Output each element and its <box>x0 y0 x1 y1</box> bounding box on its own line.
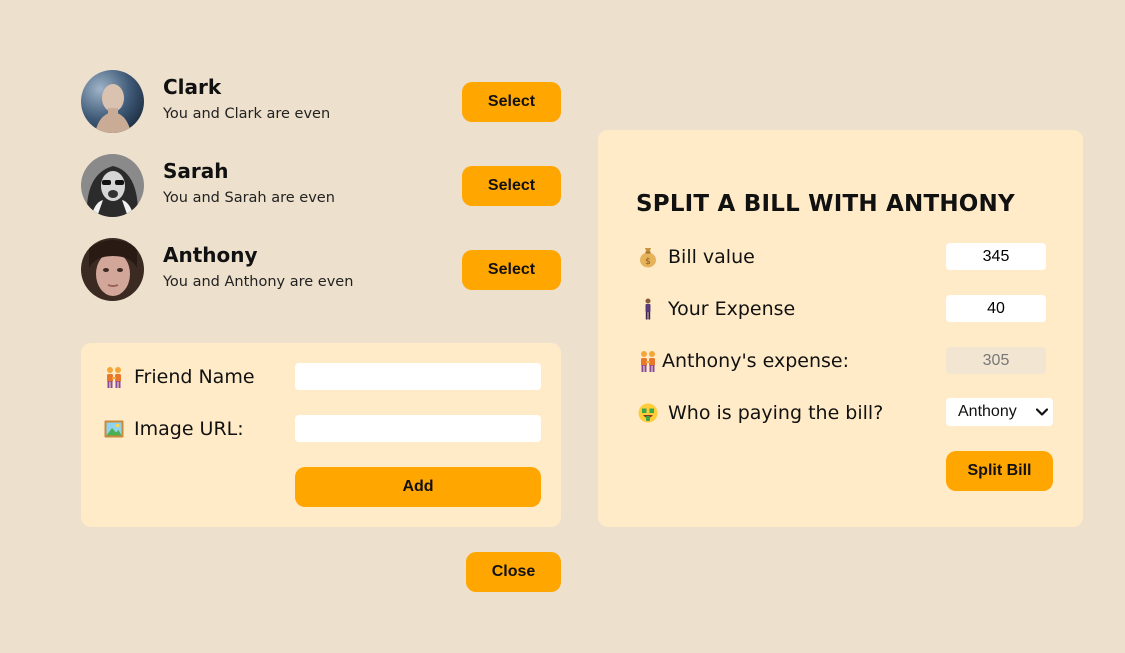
payer-label-row: Who is paying the bill? <box>638 402 883 424</box>
select-sarah-button[interactable]: Select <box>462 166 561 206</box>
framed-picture-icon <box>104 418 124 440</box>
people-holding-hands-icon <box>638 350 658 372</box>
friend-expense-label-row: Anthony's expense: <box>638 350 849 372</box>
your-expense-label: Your Expense <box>668 298 796 320</box>
friend-item-sarah: Sarah You and Sarah are even Select <box>81 154 561 218</box>
friend-name-label-row: Friend Name <box>104 366 255 388</box>
friend-item-clark: Clark You and Clark are even Select <box>81 70 561 134</box>
bill-value-input[interactable] <box>946 243 1046 270</box>
friend-expense-input <box>946 347 1046 374</box>
split-bill-title: SPLIT A BILL WITH ANTHONY <box>636 191 1015 217</box>
friend-name-input[interactable] <box>295 363 541 390</box>
add-friend-form: Friend Name Image URL: Add <box>81 343 561 527</box>
friend-name: Sarah <box>163 159 229 183</box>
select-anthony-button[interactable]: Select <box>462 250 561 290</box>
bill-value-label: Bill value <box>668 246 755 268</box>
friend-balance-status: You and Clark are even <box>163 106 331 122</box>
payer-selected-value: Anthony <box>958 403 1017 420</box>
avatar <box>81 70 144 133</box>
friend-name: Anthony <box>163 243 258 267</box>
friend-name: Clark <box>163 75 222 99</box>
payer-select[interactable]: Anthony <box>946 398 1053 426</box>
image-url-label: Image URL: <box>134 418 244 440</box>
friend-expense-label: Anthony's expense: <box>662 350 849 372</box>
close-button[interactable]: Close <box>466 552 561 592</box>
chevron-down-icon <box>1031 398 1053 426</box>
friend-balance-status: You and Sarah are even <box>163 190 335 206</box>
avatar <box>81 238 144 301</box>
person-icon <box>638 298 658 320</box>
your-expense-input[interactable] <box>946 295 1046 322</box>
money-bag-icon: $ <box>638 246 658 268</box>
friend-balance-status: You and Anthony are even <box>163 274 354 290</box>
split-bill-button[interactable]: Split Bill <box>946 451 1053 491</box>
svg-text:$: $ <box>645 257 651 267</box>
image-url-input[interactable] <box>295 415 541 442</box>
add-friend-button[interactable]: Add <box>295 467 541 507</box>
your-expense-label-row: Your Expense <box>638 298 795 320</box>
select-clark-button[interactable]: Select <box>462 82 561 122</box>
money-mouth-face-icon <box>638 402 658 424</box>
payer-label: Who is paying the bill? <box>668 402 884 424</box>
bill-value-label-row: $ Bill value <box>638 246 755 268</box>
image-url-label-row: Image URL: <box>104 418 244 440</box>
people-holding-hands-icon <box>104 366 124 388</box>
split-bill-form: SPLIT A BILL WITH ANTHONY $ Bill value Y… <box>598 130 1083 527</box>
friend-item-anthony: Anthony You and Anthony are even Select <box>81 238 561 302</box>
friend-name-label: Friend Name <box>134 366 255 388</box>
avatar <box>81 154 144 217</box>
